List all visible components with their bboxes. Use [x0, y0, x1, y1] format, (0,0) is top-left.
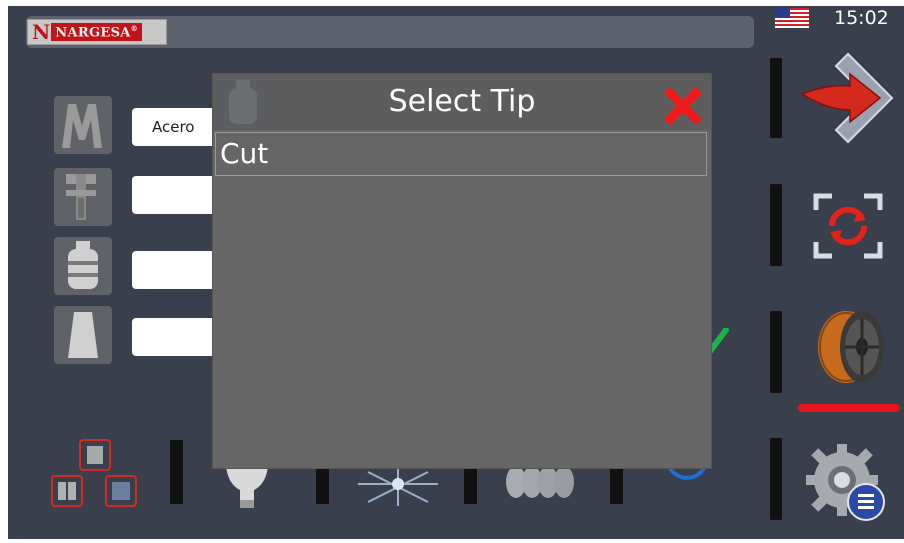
bottom-separator — [170, 440, 183, 504]
clock: 15:02 — [834, 7, 889, 29]
machine-screen: N NARGESA® 15:02 Acero Select Tip Cut — [8, 6, 904, 539]
dialog-title: Select Tip — [388, 84, 536, 119]
right-separator — [770, 58, 782, 138]
caliper-icon[interactable] — [54, 168, 112, 226]
wire-spool-icon[interactable] — [812, 306, 890, 388]
coil-icon[interactable] — [502, 466, 582, 500]
components-icon[interactable] — [50, 438, 146, 510]
gas-field[interactable] — [132, 251, 222, 289]
settings-gear-icon[interactable] — [806, 442, 888, 524]
dialog-header: Select Tip — [213, 74, 711, 130]
material-icon[interactable] — [54, 96, 112, 154]
us-flag-icon[interactable] — [775, 8, 809, 28]
material-field[interactable]: Acero — [132, 108, 222, 146]
nozzle-icon[interactable] — [54, 306, 112, 364]
logo-letter: N — [32, 20, 51, 44]
ring-icon[interactable] — [662, 464, 712, 500]
nargesa-logo: N NARGESA® — [27, 19, 167, 45]
close-icon[interactable] — [661, 84, 705, 128]
spark-icon[interactable] — [358, 466, 438, 510]
next-arrow-icon[interactable] — [798, 50, 898, 146]
select-tip-dialog: Select Tip Cut — [213, 74, 711, 468]
active-indicator — [798, 404, 900, 412]
thickness-field[interactable] — [132, 176, 222, 214]
right-separator — [770, 438, 782, 520]
logo-wordmark: NARGESA® — [51, 22, 142, 42]
right-separator — [770, 311, 782, 393]
tip-option-cut[interactable]: Cut — [215, 132, 707, 176]
nozzle-field[interactable] — [132, 318, 222, 356]
right-separator — [770, 184, 782, 266]
gas-cylinder-icon[interactable] — [54, 237, 112, 295]
light-bulb-icon[interactable] — [222, 466, 272, 512]
refresh-icon[interactable] — [808, 188, 888, 264]
